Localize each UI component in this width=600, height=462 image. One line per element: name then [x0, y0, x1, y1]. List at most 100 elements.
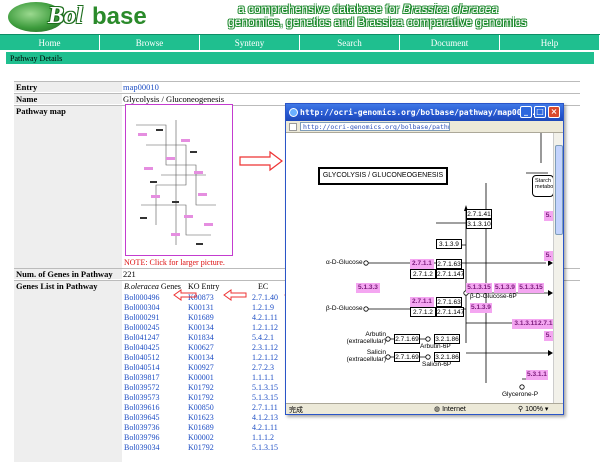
- ec-link[interactable]: 5.1.3.15: [252, 383, 278, 392]
- gene-link[interactable]: Bol000291: [124, 313, 160, 322]
- nav-help[interactable]: Help: [500, 35, 600, 50]
- ec-link[interactable]: 1.1.1.2: [252, 433, 274, 442]
- enzyme-highlight[interactable]: 5.: [544, 331, 553, 341]
- enzyme-box[interactable]: 2.7.1.2: [410, 307, 436, 317]
- ec-link[interactable]: 5.1.3.15: [252, 443, 278, 452]
- ec-link[interactable]: 1.2.1.9: [252, 303, 274, 312]
- ko-link[interactable]: K00627: [188, 343, 214, 352]
- ec-link[interactable]: 4.1.2.13: [252, 413, 278, 422]
- ec-link[interactable]: 5.1.3.15: [252, 393, 278, 402]
- nav-search[interactable]: Search: [300, 35, 400, 50]
- ec-link[interactable]: 2.7.2.3: [252, 363, 274, 372]
- ko-link[interactable]: K00131: [188, 303, 214, 312]
- gene-link[interactable]: Bol000304: [124, 303, 160, 312]
- enzyme-box[interactable]: 2.7.1.41: [466, 209, 492, 219]
- ko-link[interactable]: K01689: [188, 423, 214, 432]
- enzyme-highlight[interactable]: 5.: [544, 251, 553, 261]
- enzyme-box[interactable]: 2.7.1.63: [436, 297, 462, 307]
- gene-link[interactable]: Bol039034: [124, 443, 160, 452]
- gene-link[interactable]: Bol039572: [124, 383, 160, 392]
- pathway-map-image: GLYCOLYSIS / GLUCONEOGENESIS Starch meta…: [286, 133, 553, 403]
- gene-link[interactable]: Bol039573: [124, 393, 160, 402]
- enzyme-box[interactable]: 2.7.1.147: [436, 269, 464, 279]
- gene-link[interactable]: Bol039736: [124, 423, 160, 432]
- nav-browse[interactable]: Browse: [100, 35, 200, 50]
- nav-document[interactable]: Document: [400, 35, 500, 50]
- ec-link[interactable]: 2.3.1.12: [252, 343, 278, 352]
- ko-link[interactable]: K00134: [188, 353, 214, 362]
- pathway-map-thumbnail[interactable]: [125, 104, 233, 256]
- address-input[interactable]: http://ocri-genomics.org/bolbase/pathway…: [300, 122, 450, 131]
- enzyme-highlight[interactable]: 5.: [544, 211, 553, 221]
- gene-link[interactable]: Bol039616: [124, 403, 160, 412]
- popup-scrollbar[interactable]: [553, 133, 563, 403]
- gene-link[interactable]: Bol039645: [124, 413, 160, 422]
- ko-link[interactable]: K00134: [188, 323, 214, 332]
- enzyme-highlight[interactable]: 5.1.3.15: [466, 283, 492, 293]
- enzyme-highlight[interactable]: 3.1.3.11: [512, 319, 540, 329]
- enzyme-highlight[interactable]: 5.1.3.9: [494, 283, 516, 293]
- status-bar: 完成 ◍ Internet ⚲ 100% ▾: [286, 403, 563, 414]
- ko-link[interactable]: K01792: [188, 383, 214, 392]
- enzyme-box[interactable]: 2.7.1.63: [436, 259, 462, 269]
- enzyme-box[interactable]: 3.1.3.9: [436, 239, 462, 249]
- bolbase-logo[interactable]: Bol base: [8, 2, 158, 32]
- gene-link[interactable]: Bol000245: [124, 323, 160, 332]
- zoom-control[interactable]: ⚲ 100% ▾: [518, 405, 548, 413]
- gene-link[interactable]: Bol000496: [124, 293, 160, 302]
- gene-link[interactable]: Bol040514: [124, 363, 160, 372]
- enzyme-highlight[interactable]: 5.1.3.9: [470, 303, 492, 313]
- gene-link[interactable]: Bol040512: [124, 353, 160, 362]
- popup-browser-window[interactable]: http://ocri-genomics.org/bolbase/pathway…: [285, 103, 564, 415]
- gene-link[interactable]: Bol039817: [124, 373, 160, 382]
- ko-link[interactable]: K01689: [188, 313, 214, 322]
- compound-label[interactable]: Salicin (extracellular): [332, 349, 386, 363]
- compound-label[interactable]: α-D-Glucose: [326, 259, 363, 266]
- compound-label[interactable]: β-D-Glucose-6P: [470, 293, 517, 300]
- gene-link[interactable]: Bol039796: [124, 433, 160, 442]
- gene-link[interactable]: Bol040425: [124, 343, 160, 352]
- ko-link[interactable]: K01792: [188, 443, 214, 452]
- gene-link[interactable]: Bol041247: [124, 333, 160, 342]
- enzyme-box[interactable]: 2.7.1.69: [394, 352, 420, 362]
- compound-label[interactable]: Salicin-6P: [422, 361, 451, 368]
- nav-home[interactable]: Home: [0, 35, 100, 50]
- compound-label[interactable]: Glycerone-P: [502, 391, 538, 398]
- close-button[interactable]: ×: [548, 106, 560, 118]
- popup-scroll-thumb[interactable]: [555, 145, 563, 235]
- compound-label[interactable]: β-D-Glucose: [326, 305, 363, 312]
- entry-value-link[interactable]: map00010: [123, 82, 159, 92]
- enzyme-highlight[interactable]: 2.7.1.1: [410, 297, 434, 307]
- enzyme-box[interactable]: 2.7.1.147: [436, 307, 464, 317]
- enzyme-highlight[interactable]: 5.1.3.15: [518, 283, 544, 293]
- ko-link[interactable]: K00001: [188, 373, 214, 382]
- ec-link[interactable]: 4.2.1.11: [252, 423, 278, 432]
- ec-link[interactable]: 5.4.2.1: [252, 333, 274, 342]
- enzyme-box[interactable]: 3.1.3.10: [466, 219, 492, 229]
- ec-link[interactable]: 4.2.1.11: [252, 313, 278, 322]
- ec-link[interactable]: 2.7.1.40: [252, 293, 278, 302]
- compound-label[interactable]: Arbutin-6P: [420, 343, 451, 350]
- ko-link[interactable]: K00927: [188, 363, 214, 372]
- ko-link[interactable]: K00002: [188, 433, 214, 442]
- ec-link[interactable]: 2.7.1.11: [252, 403, 278, 412]
- site-header: Bol base a comprehensive database for Br…: [0, 0, 600, 34]
- nav-synteny[interactable]: Synteny: [200, 35, 300, 50]
- ko-link[interactable]: K01834: [188, 333, 214, 342]
- ec-link[interactable]: 1.2.1.12: [252, 353, 278, 362]
- minimize-button[interactable]: _: [520, 106, 532, 118]
- enzyme-highlight[interactable]: 5.1.3.3: [356, 283, 380, 293]
- maximize-button[interactable]: □: [534, 106, 546, 118]
- ec-link[interactable]: 1.1.1.1: [252, 373, 274, 382]
- nav-help-label: Help: [540, 38, 559, 48]
- enzyme-highlight[interactable]: 5.3.1.1: [526, 370, 548, 380]
- compound-label[interactable]: Arbutin (extracellular): [332, 331, 386, 345]
- enzyme-highlight[interactable]: 2.7.1.1: [410, 259, 434, 269]
- enzyme-box[interactable]: 2.7.1.69: [394, 334, 420, 344]
- enzyme-highlight[interactable]: 2.7.1.1: [538, 319, 553, 329]
- ec-link[interactable]: 1.2.1.12: [252, 323, 278, 332]
- ko-link[interactable]: K00850: [188, 403, 214, 412]
- ko-link[interactable]: K01792: [188, 393, 214, 402]
- enzyme-box[interactable]: 2.7.1.2: [410, 269, 436, 279]
- ko-link[interactable]: K01623: [188, 413, 214, 422]
